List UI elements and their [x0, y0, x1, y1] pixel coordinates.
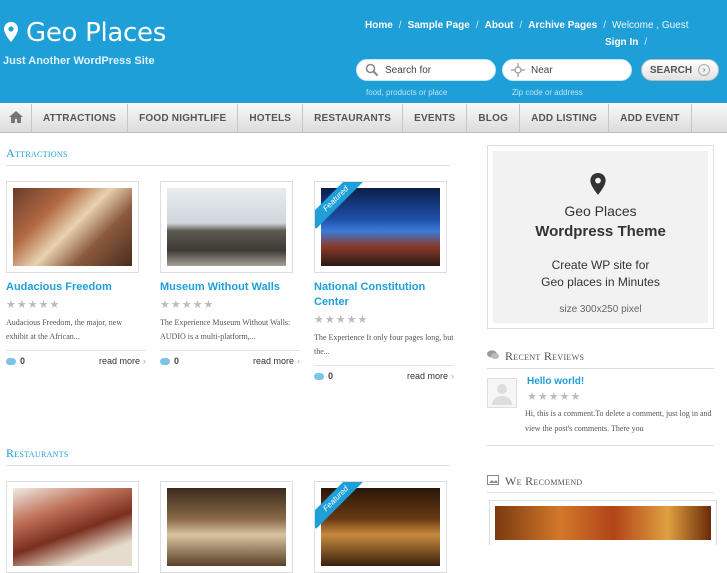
- listing-card: [6, 481, 146, 573]
- search-icon: [365, 63, 379, 77]
- top-nav-sign-in[interactable]: Sign In: [605, 37, 638, 48]
- listing-thumbnail[interactable]: [160, 481, 293, 573]
- listing-thumbnail[interactable]: [6, 181, 139, 273]
- site-header: Geo Places Just Another WordPress Site H…: [0, 0, 727, 103]
- listing-card: Museum Without Walls ★★★★★ The Experienc…: [160, 181, 300, 366]
- rating-stars: ★★★★★: [527, 391, 582, 403]
- rating-stars: ★★★★★: [160, 299, 215, 311]
- comment-count[interactable]: 0: [6, 356, 25, 366]
- search-near-placeholder: Near: [531, 64, 553, 76]
- top-nav-home[interactable]: Home: [365, 20, 393, 31]
- nav-add-listing[interactable]: ADD LISTING: [520, 104, 610, 133]
- chevron-right-icon: ›: [698, 64, 711, 76]
- listing-excerpt: The Experience Museum Without Walls: AUD…: [160, 318, 291, 341]
- nav-attractions[interactable]: ATTRACTIONS: [32, 104, 129, 133]
- nav-hotels[interactable]: HOTELS: [238, 104, 304, 133]
- search-button[interactable]: SEARCH ›: [641, 59, 719, 81]
- ad-banner: Geo Places Wordpress Theme Create WP sit…: [493, 151, 708, 323]
- search-button-label: SEARCH: [649, 64, 693, 76]
- top-nav-sample-page[interactable]: Sample Page: [408, 20, 470, 31]
- attractions-heading[interactable]: Attractions: [6, 146, 68, 161]
- read-more-link[interactable]: read more: [99, 356, 146, 366]
- nav-add-event[interactable]: ADD EVENT: [609, 104, 692, 133]
- section-divider: [487, 492, 714, 493]
- comment-icon: [160, 357, 170, 365]
- rating-stars: ★★★★★: [314, 314, 369, 326]
- comment-count[interactable]: 0: [314, 371, 333, 381]
- listing-footer: 0 read more: [6, 350, 146, 366]
- top-nav-archive-pages[interactable]: Archive Pages: [528, 20, 597, 31]
- image-icon: [487, 474, 499, 489]
- listing-image: [167, 488, 286, 566]
- section-divider: [6, 165, 450, 166]
- search-what-input[interactable]: Search for: [356, 59, 496, 81]
- we-recommend-heading: We Recommend: [487, 474, 583, 489]
- listing-image: [13, 488, 132, 566]
- nav-home[interactable]: [0, 104, 32, 133]
- nav-events[interactable]: EVENTS: [403, 104, 468, 133]
- review-text: Hi, this is a comment.To delete a commen…: [525, 409, 712, 433]
- ad-title: Geo Places: [564, 203, 637, 219]
- listing-card: Audacious Freedom ★★★★★ Audacious Freedo…: [6, 181, 146, 366]
- location-target-icon: [511, 63, 525, 77]
- map-pin-icon: [590, 173, 606, 202]
- ad-subtitle: Wordpress Theme: [535, 223, 666, 240]
- read-more-link[interactable]: read more: [253, 356, 300, 366]
- read-more-link[interactable]: read more: [407, 371, 454, 381]
- search-near-hint: Zip code or address: [512, 88, 583, 97]
- recent-reviews-heading: Recent Reviews: [487, 349, 584, 364]
- comment-icon: [6, 357, 16, 365]
- sidebar-ad[interactable]: Geo Places Wordpress Theme Create WP sit…: [487, 145, 714, 329]
- section-divider: [6, 465, 450, 466]
- listing-excerpt: Audacious Freedom, the major, new exhibi…: [6, 318, 123, 341]
- map-pin-icon: [4, 22, 18, 44]
- site-logo[interactable]: Geo Places: [4, 18, 166, 48]
- recommend-photo: [495, 506, 711, 540]
- site-tagline: Just Another WordPress Site: [3, 55, 155, 67]
- top-nav-about[interactable]: About: [485, 20, 514, 31]
- section-divider: [487, 368, 714, 369]
- ad-size: size 300x250 pixel: [559, 304, 642, 315]
- listing-footer: 0 read more: [160, 350, 300, 366]
- listing-thumbnail[interactable]: Featured: [314, 481, 447, 573]
- recommend-image[interactable]: [489, 500, 717, 545]
- site-title[interactable]: Geo Places: [26, 18, 166, 48]
- comments-icon: [487, 349, 499, 364]
- listing-thumbnail[interactable]: Featured: [314, 181, 447, 273]
- nav-food-nightlife[interactable]: FOOD NIGHTLIFE: [128, 104, 239, 133]
- listing-excerpt: The Experience It only four pages long, …: [314, 333, 454, 356]
- search-what-hint: food, products or place: [366, 88, 448, 97]
- home-icon: [8, 111, 23, 126]
- avatar: [487, 378, 517, 408]
- review-title[interactable]: Hello world!: [527, 376, 584, 387]
- listing-card: Featured: [314, 481, 454, 573]
- listing-footer: 0 read more: [314, 365, 454, 381]
- rating-stars: ★★★★★: [6, 299, 61, 311]
- nav-restaurants[interactable]: RESTAURANTS: [303, 104, 404, 133]
- search-near-input[interactable]: Near: [502, 59, 632, 81]
- comment-icon: [314, 372, 324, 380]
- listing-image: [13, 188, 132, 266]
- listing-thumbnail[interactable]: [160, 181, 293, 273]
- listing-card: Featured National Constitution Center ★★…: [314, 181, 454, 381]
- listing-title[interactable]: Museum Without Walls: [160, 280, 300, 295]
- top-navigation: Home / Sample Page / About / Archive Pages / Wel…: [365, 20, 689, 48]
- welcome-text: Welcome , Guest: [612, 20, 689, 31]
- listing-thumbnail[interactable]: [6, 481, 139, 573]
- restaurants-heading[interactable]: Restaurants: [6, 446, 69, 461]
- listing-card: [160, 481, 300, 573]
- main-navigation: ATTRACTIONS FOOD NIGHTLIFE HOTELS RESTAU…: [0, 104, 727, 133]
- comment-count[interactable]: 0: [160, 356, 179, 366]
- listing-title[interactable]: Audacious Freedom: [6, 280, 146, 295]
- ad-text: Create WP site for Geo places in Minutes: [541, 258, 660, 289]
- nav-blog[interactable]: BLOG: [467, 104, 521, 133]
- section-divider: [487, 445, 714, 446]
- listing-title[interactable]: National Constitution Center: [314, 280, 454, 310]
- search-what-placeholder: Search for: [385, 64, 432, 76]
- listing-image: [167, 188, 286, 266]
